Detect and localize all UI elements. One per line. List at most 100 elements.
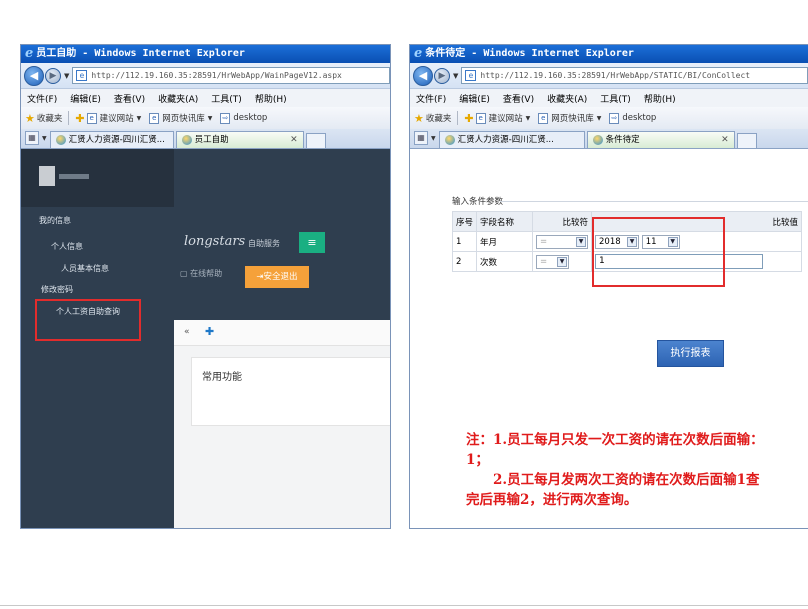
menu-toggle-button[interactable]: ≡: [299, 232, 325, 253]
separator: [68, 111, 70, 125]
menu-favorites[interactable]: 收藏夹(A): [158, 92, 198, 105]
chevron-down-icon: ▼: [557, 256, 568, 267]
tab-employee-self-service[interactable]: 员工自助 ✕: [175, 131, 304, 148]
chevron-down-icon: ▼: [596, 114, 602, 122]
suggested-sites[interactable]: e 建议网站 ▼: [86, 112, 142, 124]
suggested-sites[interactable]: e 建议网站 ▼: [475, 112, 530, 124]
history-dropdown-icon[interactable]: ▼: [64, 72, 69, 80]
title-bar: e 员工自助 - Windows Internet Explorer: [21, 45, 390, 63]
forward-arrow-icon[interactable]: ▶: [45, 67, 61, 84]
chevron-down-icon: ▼: [207, 114, 213, 122]
header-strip: [174, 149, 390, 207]
site-icon: [444, 135, 455, 145]
chevron-down-icon: ▼: [576, 236, 587, 247]
favorites-button[interactable]: 收藏夹: [426, 112, 452, 124]
chevron-down-icon: ▼: [136, 114, 142, 122]
header-field: 字段名称: [476, 211, 534, 232]
menu-view[interactable]: 查看(V): [503, 92, 534, 105]
forward-arrow-icon[interactable]: ▶: [434, 67, 450, 84]
tab-list-dropdown-icon[interactable]: ▼: [42, 135, 47, 142]
menu-bar: 文件(F) 编辑(E) 查看(V) 收藏夹(A) 工具(T) 帮助(H): [410, 89, 808, 107]
page-icon: e: [76, 70, 88, 81]
run-report-button[interactable]: 执行报表: [657, 340, 724, 367]
favorites-star-icon[interactable]: ★: [25, 112, 35, 125]
close-icon[interactable]: ✕: [715, 132, 729, 148]
ie-icon: e: [25, 46, 34, 61]
menu-tools[interactable]: 工具(T): [211, 92, 242, 105]
common-functions-panel: 常用功能: [191, 357, 390, 426]
address-input[interactable]: e http://112.19.160.35:28591/HrWebApp/ST…: [461, 67, 808, 84]
folder-icon: ⇨: [609, 112, 620, 124]
sidebar-item-change-password[interactable]: 修改密码: [41, 284, 73, 295]
fieldset-border: [500, 201, 808, 202]
menu-help[interactable]: 帮助(H): [644, 92, 676, 105]
web-slice-gallery[interactable]: e 网页快讯库 ▼: [538, 112, 601, 124]
site-icon: [181, 135, 192, 145]
ie-window-employee-self-service: e 员工自助 - Windows Internet Explorer ◀ ▶ ▼…: [20, 44, 391, 529]
logout-button[interactable]: ⇥安全退出: [245, 266, 309, 288]
close-icon[interactable]: ✕: [284, 132, 298, 148]
add-favorite-icon[interactable]: ✚: [75, 112, 84, 125]
tab-bar: ▦ ▼ 汇贤人力资源-四川汇贤... 条件待定 ✕: [410, 129, 808, 149]
tab-huixian-hr[interactable]: 汇贤人力资源-四川汇贤...: [49, 131, 174, 148]
menu-help[interactable]: 帮助(H): [255, 92, 287, 105]
menu-view[interactable]: 查看(V): [114, 92, 145, 105]
history-dropdown-icon[interactable]: ▼: [453, 72, 458, 80]
web-slice-gallery[interactable]: e 网页快讯库 ▼: [149, 112, 212, 124]
double-chevron-left-icon[interactable]: «: [184, 327, 190, 337]
favorites-star-icon[interactable]: ★: [414, 112, 424, 125]
page-icon: e: [475, 112, 486, 124]
new-tab-button[interactable]: [305, 133, 326, 148]
quick-tabs-icon[interactable]: ▦: [25, 131, 39, 145]
menu-tools[interactable]: 工具(T): [600, 92, 631, 105]
highlight-box-salary-query: [35, 299, 141, 341]
page-icon: e: [465, 70, 477, 81]
desktop-link[interactable]: ⇨ desktop: [220, 112, 267, 124]
header-no: 序号: [451, 211, 478, 232]
tab-condition-pending[interactable]: 条件待定 ✕: [586, 131, 735, 148]
row-field: 次数: [476, 251, 534, 272]
tab-bar: ▦ ▼ 汇贤人力资源-四川汇贤... 员工自助 ✕: [21, 129, 390, 149]
panel-title: 常用功能: [202, 372, 242, 383]
instruction-note: 注：1.员工每月只发一次工资的请在次数后面输：1； 2.员工每月发两次工资的请在…: [466, 430, 766, 510]
sidebar-item-personal-info[interactable]: 个人信息: [51, 241, 83, 252]
operator-select[interactable]: = ▼: [536, 254, 570, 269]
sidebar-profile: [21, 149, 174, 207]
favorites-button[interactable]: 收藏夹: [37, 112, 63, 124]
add-favorite-icon[interactable]: ✚: [464, 112, 473, 125]
sidebar-item-my-info[interactable]: 我的信息: [39, 215, 71, 226]
menu-edit[interactable]: 编辑(E): [70, 92, 101, 105]
menu-favorites[interactable]: 收藏夹(A): [547, 92, 587, 105]
operator-select[interactable]: = ▼: [536, 234, 589, 249]
site-icon: [55, 135, 66, 145]
sidebar-item-basic-info[interactable]: 人员基本信息: [61, 263, 109, 274]
back-arrow-icon[interactable]: ◀: [24, 65, 44, 86]
back-arrow-icon[interactable]: ◀: [413, 65, 433, 86]
note-line-2: 2.员工每月发两次工资的请在次数后面输1查完后再输2，进行两次查询。: [466, 472, 760, 508]
menu-edit[interactable]: 编辑(E): [459, 92, 490, 105]
note-line-1: 注：1.员工每月只发一次工资的请在次数后面输：1；: [466, 432, 764, 468]
ie-icon: e: [414, 46, 423, 61]
favorites-bar: ★ 收藏夹 ✚ e 建议网站 ▼ e 网页快讯库 ▼ ⇨ desktop: [410, 107, 808, 129]
title-bar: e 条件待定 - Windows Internet Explorer: [410, 45, 808, 63]
row-operator-cell: = ▼: [532, 231, 593, 252]
menu-file[interactable]: 文件(F): [416, 92, 446, 105]
address-toolbar: ◀ ▶ ▼ e http://112.19.160.35:28591/HrWeb…: [21, 63, 390, 89]
quick-tabs-icon[interactable]: ▦: [414, 131, 428, 145]
row-field: 年月: [476, 231, 534, 252]
address-input[interactable]: e http://112.19.160.35:28591/HrWebApp/Wa…: [72, 67, 390, 84]
plus-icon[interactable]: ✚: [205, 325, 214, 338]
tab-list-dropdown-icon[interactable]: ▼: [431, 135, 436, 142]
desktop-link[interactable]: ⇨ desktop: [609, 112, 656, 124]
online-help-link[interactable]: ▢ 在线帮助: [180, 268, 222, 279]
row-no: 2: [451, 251, 478, 272]
menu-file[interactable]: 文件(F): [27, 92, 57, 105]
page-icon: e: [538, 112, 549, 124]
fieldset-legend: 输入条件参数: [452, 197, 504, 207]
brand-subtitle: 自助服务: [248, 239, 280, 248]
new-tab-button[interactable]: [736, 133, 757, 148]
folder-icon: ⇨: [220, 112, 231, 124]
page-divider: [0, 605, 808, 606]
user-name-blurred: [59, 174, 89, 179]
tab-huixian-hr[interactable]: 汇贤人力资源-四川汇贤...: [438, 131, 585, 148]
